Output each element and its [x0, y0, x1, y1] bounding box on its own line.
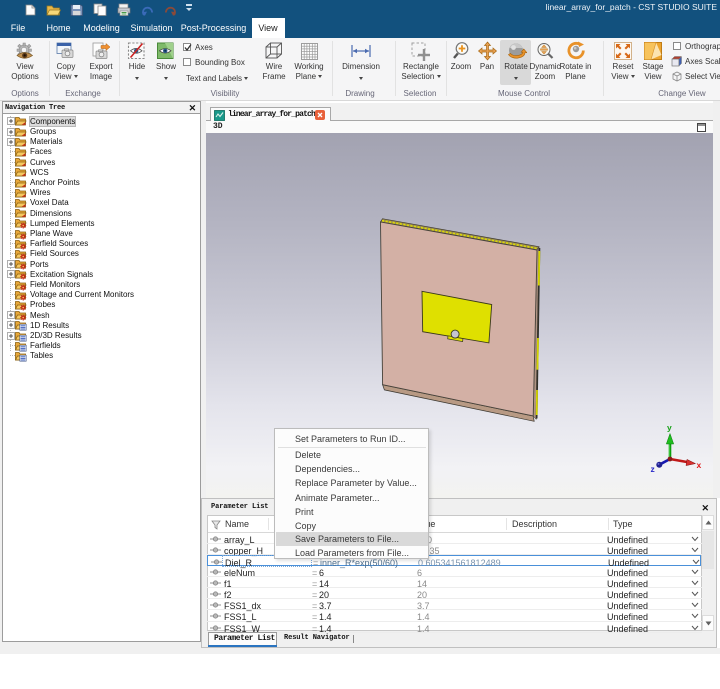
svg-text:x: x [697, 460, 702, 470]
svg-text:y: y [667, 423, 672, 433]
svg-text:z: z [651, 464, 655, 474]
